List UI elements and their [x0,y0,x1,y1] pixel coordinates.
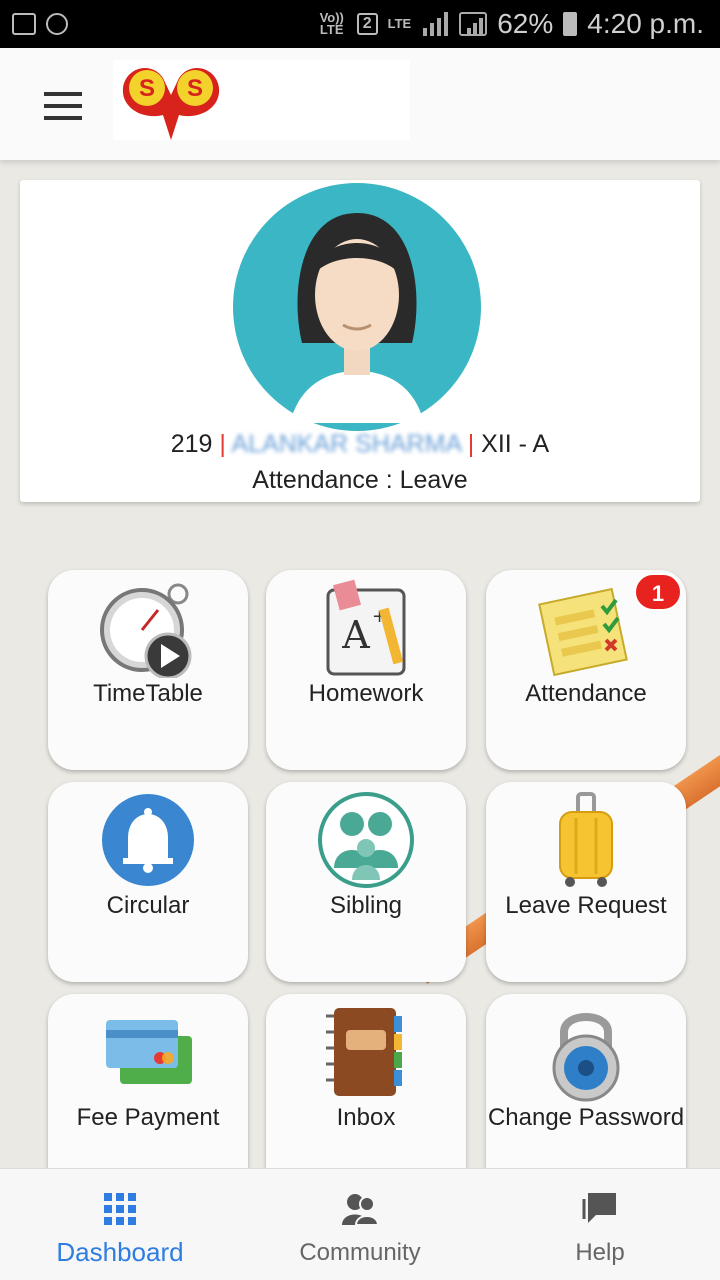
attendance-badge: 1 [634,573,682,611]
student-name: ALANKAR SHARMA [231,430,461,458]
sibling-tile[interactable]: Sibling [266,782,466,982]
gallery-notification-icon [12,13,36,35]
inbox-tile[interactable]: Inbox [266,994,466,1194]
bell-icon [102,794,194,886]
people-icon [342,1194,380,1226]
student-info: 219 | ALANKAR SHARMA | XII - A [20,430,700,459]
student-avatar [233,183,481,431]
circular-tile[interactable]: Circular [48,782,248,982]
bottom-navigation: Dashboard Community Help [0,1168,720,1280]
signal-icon [421,12,449,36]
nav-community[interactable]: Community [240,1169,480,1280]
separator: | [219,430,226,458]
svg-text:A: A [341,613,370,657]
credit-cards-icon [106,1020,192,1084]
suitcase-icon [559,792,613,887]
class-section: XII - A [481,430,550,458]
svg-text:S: S [139,75,155,102]
svg-text:S: S [187,75,203,102]
signal-roaming-icon [459,12,488,36]
hamburger-menu-icon[interactable] [44,92,84,120]
sim-indicator: 2 [356,13,378,35]
clock: 4:20 p.m. [587,8,704,39]
nav-help[interactable]: Help [480,1169,720,1280]
checklist-icon [538,587,628,677]
notebook-pencil-icon: A + [326,579,406,676]
padlock-icon [552,1013,620,1102]
roll-number: 219 [170,430,213,458]
tile-label: Change Password [487,1104,685,1131]
family-icon [318,792,414,888]
nav-dashboard[interactable]: Dashboard [0,1169,240,1280]
battery-percent: 62% [497,8,554,39]
battery-icon [563,12,578,36]
tile-label: Sibling [329,892,403,919]
tile-label: Circular [106,892,190,919]
timetable-tile[interactable]: TimeTable [48,570,248,770]
nav-label: Help [575,1239,625,1266]
homework-tile[interactable]: A + Homework [266,570,466,770]
status-left [12,13,68,35]
tile-label: Attendance [525,680,647,707]
alert-notification-icon [46,13,68,35]
student-profile-card: 219 | ALANKAR SHARMA | XII - A Attendanc… [20,180,700,502]
app-bar: S S [0,48,720,160]
stopwatch-icon [100,583,192,678]
change-password-tile[interactable]: Change Password [486,994,686,1194]
address-book-icon [326,1008,402,1096]
lte-indicator: LTE [387,16,412,31]
status-bar: Vo)) LTE 2 LTE 62% 4:20 p.m. [0,0,720,48]
school-logo: S S [113,60,410,140]
separator: | [467,430,475,458]
fee-payment-tile[interactable]: Fee Payment [48,994,248,1194]
tile-label: Homework [308,680,424,707]
tile-label: Leave Request [505,892,667,919]
nav-label: Community [299,1239,421,1266]
nav-label: Dashboard [56,1237,184,1267]
grid-icon [104,1193,136,1225]
tile-label: Inbox [336,1104,396,1131]
volte-indicator: Vo)) LTE [319,10,344,37]
attendance-status: Attendance : Leave [252,466,468,494]
status-right: Vo)) LTE 2 LTE 62% 4:20 p.m. [317,8,704,40]
tile-label: TimeTable [93,680,203,707]
tile-label: Fee Payment [76,1104,220,1131]
logo-emblem-icon: S S [122,67,220,140]
chat-bubble-icon [582,1193,616,1223]
leave-request-tile[interactable]: Leave Request [486,782,686,982]
